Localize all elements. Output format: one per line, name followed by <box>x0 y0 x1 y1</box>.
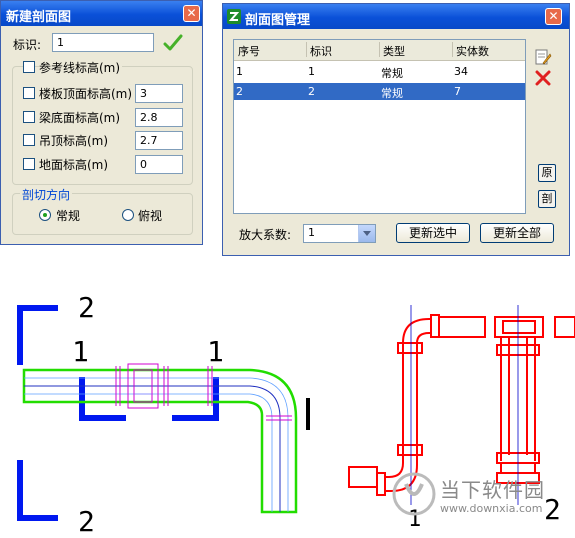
list-header: 序号 标识 类型 实体数 <box>234 40 525 61</box>
col-id[interactable]: 标识 <box>310 43 332 59</box>
cell-count: 34 <box>454 65 468 78</box>
slab-top-input[interactable]: 3 <box>135 84 183 103</box>
direction-normal-label: 常规 <box>56 209 81 223</box>
original-button[interactable]: 原 <box>538 164 556 182</box>
dialog-title: 剖面图管理 <box>245 13 311 28</box>
cell-type: 常规 <box>381 67 403 80</box>
cell-type: 常规 <box>381 87 403 100</box>
close-button[interactable]: ✕ <box>183 5 200 22</box>
cell-id: 2 <box>308 85 315 98</box>
slab-top-checkbox[interactable] <box>23 87 35 99</box>
ceiling-input[interactable]: 2.7 <box>135 131 183 150</box>
table-row-selected[interactable]: 2 2 常规 7 <box>234 83 525 100</box>
zoom-select[interactable]: 1 <box>303 224 376 243</box>
direction-top-label: 俯视 <box>138 209 163 223</box>
result-label-2: 2 <box>544 493 561 526</box>
direction-normal-radio[interactable] <box>39 209 51 221</box>
title-bar[interactable]: 新建剖面图 ✕ <box>1 1 202 26</box>
new-section-dialog: 新建剖面图 ✕ 标识: 1 参考线标高(m) 楼板顶面标高(m) 3 梁底面标高… <box>0 0 203 245</box>
col-index[interactable]: 序号 <box>238 43 260 59</box>
cell-id: 1 <box>308 65 315 78</box>
section-list[interactable]: 序号 标识 类型 实体数 1 1 常规 34 2 2 常规 7 <box>233 39 526 214</box>
ref-line-label: 参考线标高(m) <box>39 59 123 76</box>
section-label-2-top: 2 <box>78 291 95 324</box>
ceiling-label: 吊顶标高(m) <box>39 134 109 148</box>
cell-index: 1 <box>236 65 243 78</box>
plan-drawing <box>17 305 310 521</box>
table-row[interactable]: 1 1 常规 34 <box>234 63 525 80</box>
watermark-url: www.downxia.com <box>440 502 543 515</box>
cell-index: 2 <box>236 85 243 98</box>
title-bar[interactable]: 剖面图管理 ✕ <box>223 4 569 29</box>
ceiling-checkbox[interactable] <box>23 134 35 146</box>
section-button[interactable]: 剖 <box>538 190 556 208</box>
dialog-title: 新建剖面图 <box>6 10 72 25</box>
direction-top-radio[interactable] <box>122 209 134 221</box>
edit-icon[interactable] <box>534 48 552 66</box>
cell-count: 7 <box>454 85 461 98</box>
section-label-2-bottom: 2 <box>78 505 95 538</box>
ground-input[interactable]: 0 <box>135 155 183 174</box>
id-input[interactable]: 1 <box>52 33 154 52</box>
section-manager-dialog: 剖面图管理 ✕ 序号 标识 类型 实体数 1 1 常规 34 2 2 常规 7 <box>222 3 570 256</box>
col-type[interactable]: 类型 <box>383 43 405 59</box>
zoom-label: 放大系数: <box>239 228 292 242</box>
downxia-logo-icon <box>392 472 436 516</box>
slab-top-label: 楼板顶面标高(m) <box>39 87 133 101</box>
ground-label: 地面标高(m) <box>39 158 109 172</box>
beam-bottom-input[interactable]: 2.8 <box>135 108 183 127</box>
chevron-down-icon[interactable] <box>358 225 375 242</box>
direction-label: 剖切方向 <box>20 186 73 203</box>
zoom-value: 1 <box>308 226 315 239</box>
watermark-brand: 当下软件园 <box>440 478 545 502</box>
col-count[interactable]: 实体数 <box>456 43 489 59</box>
beam-bottom-label: 梁底面标高(m) <box>39 111 121 125</box>
update-all-button[interactable]: 更新全部 <box>480 223 554 243</box>
section-label-1-left: 1 <box>72 335 89 368</box>
close-button[interactable]: ✕ <box>545 8 562 25</box>
ref-line-checkbox[interactable] <box>23 61 35 73</box>
id-label: 标识: <box>13 38 42 52</box>
section-label-1-right: 1 <box>207 335 224 368</box>
ground-checkbox[interactable] <box>23 158 35 170</box>
delete-icon[interactable] <box>535 70 551 86</box>
beam-bottom-checkbox[interactable] <box>23 111 35 123</box>
update-selected-button[interactable]: 更新选中 <box>396 223 470 243</box>
confirm-check-icon[interactable] <box>163 33 183 53</box>
app-icon <box>227 9 241 24</box>
